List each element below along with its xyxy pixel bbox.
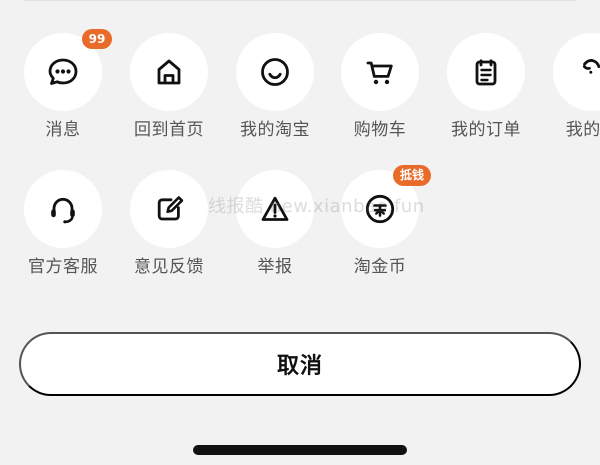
item-footprint[interactable]: 我的足 [553, 33, 600, 140]
cart-button[interactable] [341, 33, 419, 111]
message-badge: 99 [82, 29, 112, 49]
item-home[interactable]: 回到首页 [130, 33, 208, 140]
smile-icon [261, 58, 289, 86]
shopping-cart-icon [366, 61, 393, 85]
cancel-button[interactable]: 取消 [19, 332, 581, 396]
item-customer-service[interactable]: 官方客服 [24, 170, 102, 277]
share-row-2: 官方客服 意见反馈 举报 抵钱 淘金币 [0, 165, 600, 290]
report-button[interactable] [236, 170, 314, 248]
feedback-button[interactable] [130, 170, 208, 248]
feedback-label: 意见反馈 [134, 257, 204, 277]
coins-label: 淘金币 [353, 257, 407, 277]
orders-button[interactable] [447, 33, 525, 111]
warning-triangle-icon [261, 196, 289, 221]
coin-icon [365, 194, 395, 224]
notepad-icon [475, 59, 497, 86]
footprint-button[interactable] [553, 33, 600, 111]
item-report[interactable]: 举报 [236, 170, 314, 277]
top-divider [24, 0, 576, 1]
orders-label: 我的订单 [451, 120, 521, 140]
footprint-label: 我的足 [565, 120, 600, 140]
message-button[interactable]: 99 [24, 29, 112, 111]
message-label: 消息 [45, 120, 81, 140]
my-taobao-button[interactable] [236, 33, 314, 111]
coins-badge: 抵钱 [392, 165, 431, 186]
item-my-taobao[interactable]: 我的淘宝 [236, 33, 314, 140]
customer-service-label: 官方客服 [28, 257, 98, 277]
report-label: 举报 [257, 257, 293, 277]
item-feedback[interactable]: 意见反馈 [130, 170, 208, 277]
cart-label: 购物车 [353, 120, 407, 140]
my-taobao-label: 我的淘宝 [240, 120, 310, 140]
item-message[interactable]: 99 消息 [24, 29, 112, 140]
share-sheet: 99 消息 回到首页 我的淘宝 购物车 我的订单 我的 官方客服 意见反馈 举报… [0, 0, 600, 465]
customer-service-button[interactable] [24, 170, 102, 248]
house-icon [157, 59, 181, 85]
home-button[interactable] [130, 33, 208, 111]
edit-square-icon [157, 196, 184, 221]
item-coins[interactable]: 抵钱 淘金币 [341, 165, 431, 277]
footprint-icon [582, 59, 600, 74]
home-indicator[interactable] [193, 445, 407, 455]
coins-button[interactable]: 抵钱 [341, 165, 431, 248]
headset-icon [51, 197, 75, 224]
item-orders[interactable]: 我的订单 [447, 33, 525, 140]
home-label: 回到首页 [134, 120, 204, 140]
message-icon [48, 58, 78, 85]
share-row-1: 99 消息 回到首页 我的淘宝 购物车 我的订单 我的 [0, 29, 600, 153]
item-cart[interactable]: 购物车 [341, 33, 419, 140]
